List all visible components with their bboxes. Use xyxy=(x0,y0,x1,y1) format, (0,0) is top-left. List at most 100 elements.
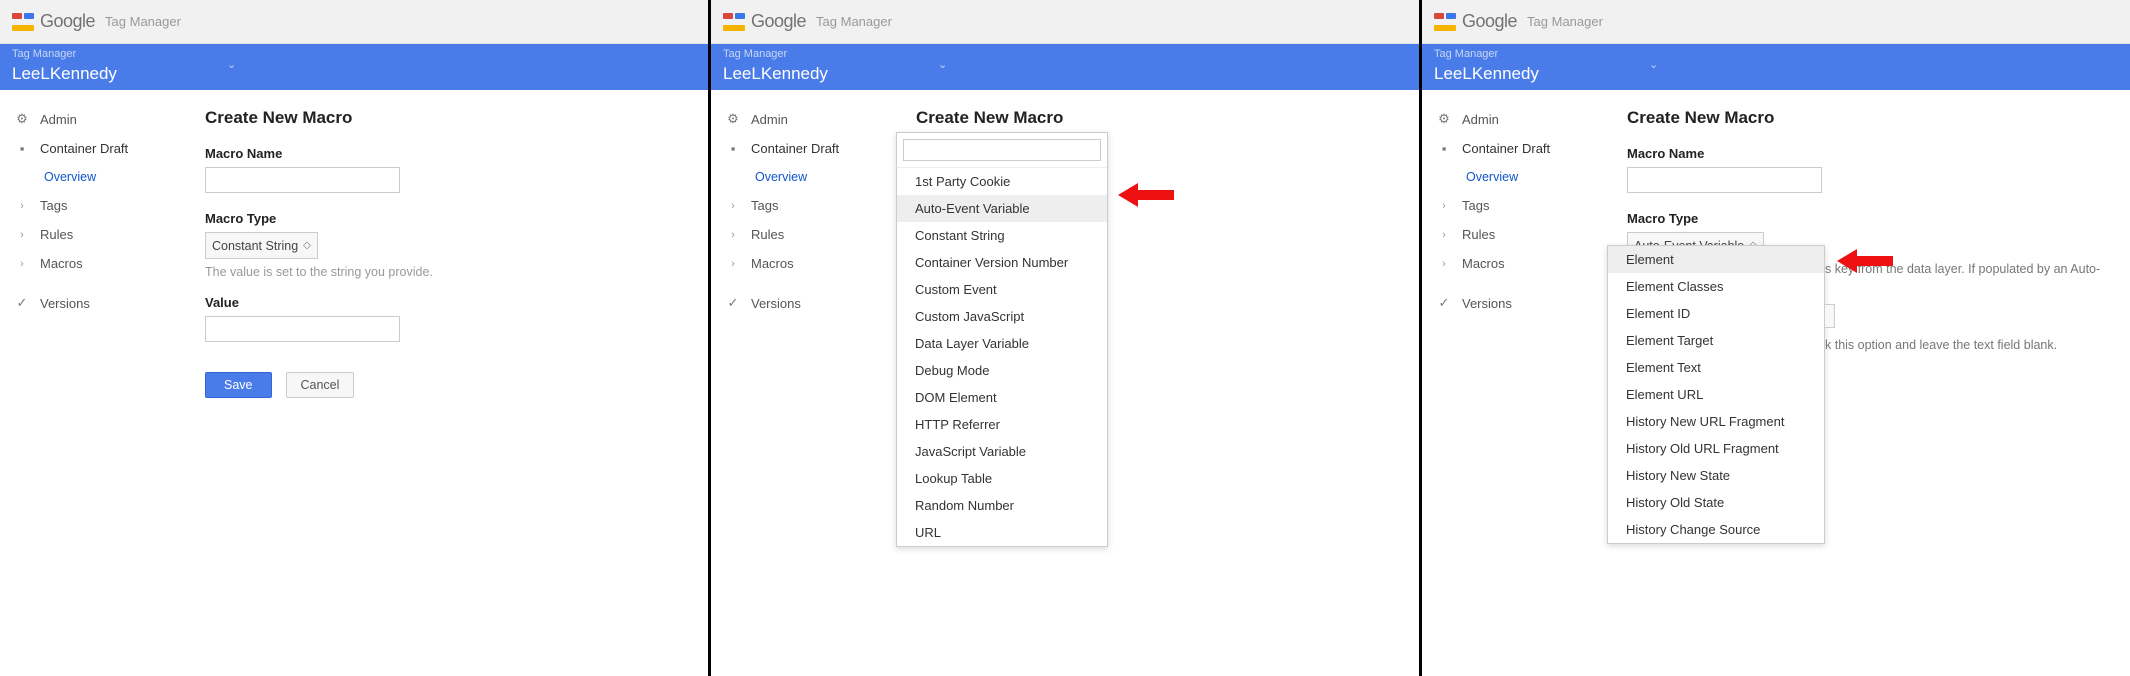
sidebar-overview[interactable]: Overview xyxy=(10,163,175,191)
variable-type-option[interactable]: Element Text xyxy=(1608,354,1824,381)
sidebar-versions-label: Versions xyxy=(40,296,90,311)
macro-type-option[interactable]: Lookup Table xyxy=(897,465,1107,492)
brand-product: Tag Manager xyxy=(1527,14,1603,29)
variable-type-option[interactable]: History New URL Fragment xyxy=(1608,408,1824,435)
macro-type-option[interactable]: Random Number xyxy=(897,492,1107,519)
tag-icon: ✓ xyxy=(725,295,741,311)
folder-icon: ▪ xyxy=(14,141,30,156)
macro-name-input[interactable] xyxy=(205,167,400,193)
sidebar-overview-label: Overview xyxy=(1466,170,1518,184)
macro-type-option[interactable]: HTTP Referrer xyxy=(897,411,1107,438)
macro-type-option[interactable]: 1st Party Cookie xyxy=(897,168,1107,195)
sidebar: ⚙Admin ▪ Container Draft Overview ›Tags ›… xyxy=(0,90,185,416)
variable-type-option[interactable]: Element Target xyxy=(1608,327,1824,354)
page-title: Create New Macro xyxy=(205,108,688,128)
variable-type-option[interactable]: History Old URL Fragment xyxy=(1608,435,1824,462)
folder-icon: ▪ xyxy=(725,141,741,156)
gtm-logo: Google Tag Manager xyxy=(723,11,892,32)
macro-type-option[interactable]: DOM Element xyxy=(897,384,1107,411)
panel-step-3: Google Tag Manager Tag Manager LeeLKenne… xyxy=(1422,0,2130,676)
sidebar-rules[interactable]: ›Rules xyxy=(10,220,175,249)
value-input[interactable] xyxy=(205,316,400,342)
account-dropdown-caret[interactable]: ⌄ xyxy=(938,58,947,71)
sidebar-tags[interactable]: ›Tags xyxy=(1432,191,1597,220)
variable-type-option[interactable]: Element xyxy=(1608,246,1824,273)
sidebar-admin[interactable]: ⚙Admin xyxy=(10,104,175,134)
macro-type-option[interactable]: URL xyxy=(897,519,1107,546)
account-dropdown-caret[interactable]: ⌄ xyxy=(227,58,236,71)
sidebar-rules-label: Rules xyxy=(1462,227,1495,242)
macro-type-option[interactable]: JavaScript Variable xyxy=(897,438,1107,465)
macro-type-option[interactable]: Debug Mode xyxy=(897,357,1107,384)
account-name[interactable]: LeeLKennedy xyxy=(12,64,117,84)
main-content: Create New Macro Macro Name Macro Type C… xyxy=(185,90,708,416)
sidebar-container-draft[interactable]: ▪ Container Draft xyxy=(10,134,175,163)
sidebar-versions[interactable]: ✓Versions xyxy=(1432,288,1597,318)
breadcrumb[interactable]: Tag Manager xyxy=(723,48,787,60)
breadcrumb[interactable]: Tag Manager xyxy=(1434,48,1498,60)
sidebar-admin[interactable]: ⚙ Admin xyxy=(1432,104,1597,134)
variable-type-option[interactable]: Element ID xyxy=(1608,300,1824,327)
variable-type-option[interactable]: Element URL xyxy=(1608,381,1824,408)
account-dropdown-caret[interactable]: ⌄ xyxy=(1649,58,1658,71)
brand-google: Google xyxy=(40,11,95,32)
chevron-right-icon: › xyxy=(1436,258,1452,270)
sidebar-admin[interactable]: ⚙Admin xyxy=(721,104,886,134)
sidebar-tags[interactable]: ›Tags xyxy=(10,191,175,220)
dropdown-search-input[interactable] xyxy=(903,139,1101,161)
top-bar: Google Tag Manager xyxy=(1422,0,2130,44)
sidebar-versions[interactable]: ✓Versions xyxy=(721,288,886,318)
account-name[interactable]: LeeLKennedy xyxy=(723,64,828,84)
chevron-right-icon: › xyxy=(1436,229,1452,241)
sidebar-admin-label: Admin xyxy=(1462,112,1499,127)
macro-type-option[interactable]: Custom JavaScript xyxy=(897,303,1107,330)
macro-type-option[interactable]: Container Version Number xyxy=(897,249,1107,276)
sidebar-overview[interactable]: Overview xyxy=(1432,163,1597,191)
variable-type-option[interactable]: Element Classes xyxy=(1608,273,1824,300)
sidebar-container-draft[interactable]: ▪Container Draft xyxy=(1432,134,1597,163)
partial-select-edge xyxy=(1825,304,1835,328)
top-bar: Google Tag Manager xyxy=(711,0,1419,44)
sidebar-rules[interactable]: › Rules xyxy=(1432,220,1597,249)
sidebar-macros[interactable]: ›Macros xyxy=(10,249,175,278)
breadcrumb[interactable]: Tag Manager xyxy=(12,48,76,60)
macro-type-option[interactable]: Auto-Event Variable xyxy=(897,195,1107,222)
sidebar-overview[interactable]: Overview xyxy=(721,163,886,191)
variable-type-option[interactable]: History Old State xyxy=(1608,489,1824,516)
sidebar: ⚙Admin ▪ Container Draft Overview ›Tags ›… xyxy=(711,90,896,332)
callout-arrow-icon xyxy=(1837,246,1893,276)
brand-product: Tag Manager xyxy=(816,14,892,29)
sidebar-admin-label: Admin xyxy=(751,112,788,127)
sidebar-rules-label: Rules xyxy=(751,227,784,242)
sidebar-container-draft[interactable]: ▪ Container Draft xyxy=(721,134,886,163)
gear-icon: ⚙ xyxy=(14,111,30,127)
macro-type-option[interactable]: Custom Event xyxy=(897,276,1107,303)
cancel-button[interactable]: Cancel xyxy=(286,372,355,398)
macro-type-selected: Constant String xyxy=(212,239,298,253)
chevron-right-icon: › xyxy=(725,200,741,212)
macro-type-select[interactable]: Constant String ◇ xyxy=(205,232,318,259)
sidebar-container-label: Container Draft xyxy=(751,141,839,156)
macro-type-option[interactable]: Data Layer Variable xyxy=(897,330,1107,357)
macro-type-label: Macro Type xyxy=(1627,211,2110,226)
chevron-right-icon: › xyxy=(725,229,741,241)
variable-type-option[interactable]: History Change Source xyxy=(1608,516,1824,543)
macro-type-dropdown: 1st Party Cookie Auto-Event Variable Con… xyxy=(896,132,1108,547)
account-name[interactable]: LeeLKennedy xyxy=(1434,64,1539,84)
sidebar-macros[interactable]: ›Macros xyxy=(1432,249,1597,278)
sidebar-macros[interactable]: ›Macros xyxy=(721,249,886,278)
sidebar-container-label: Container Draft xyxy=(40,141,128,156)
macro-name-label: Macro Name xyxy=(1627,146,2110,161)
sidebar-rules[interactable]: › Rules xyxy=(721,220,886,249)
save-button[interactable]: Save xyxy=(205,372,272,398)
gear-icon: ⚙ xyxy=(1436,111,1452,127)
macro-type-option[interactable]: Constant String xyxy=(897,222,1107,249)
variable-type-option[interactable]: History New State xyxy=(1608,462,1824,489)
macro-type-label: Macro Type xyxy=(205,211,688,226)
sidebar-versions[interactable]: ✓Versions xyxy=(10,288,175,318)
sidebar-tags[interactable]: ›Tags xyxy=(721,191,886,220)
account-bar: Tag Manager LeeLKennedy ⌄ xyxy=(0,44,708,90)
macro-name-input[interactable] xyxy=(1627,167,1822,193)
chevron-right-icon: › xyxy=(14,229,30,241)
sidebar-container-label: Container Draft xyxy=(1462,141,1550,156)
